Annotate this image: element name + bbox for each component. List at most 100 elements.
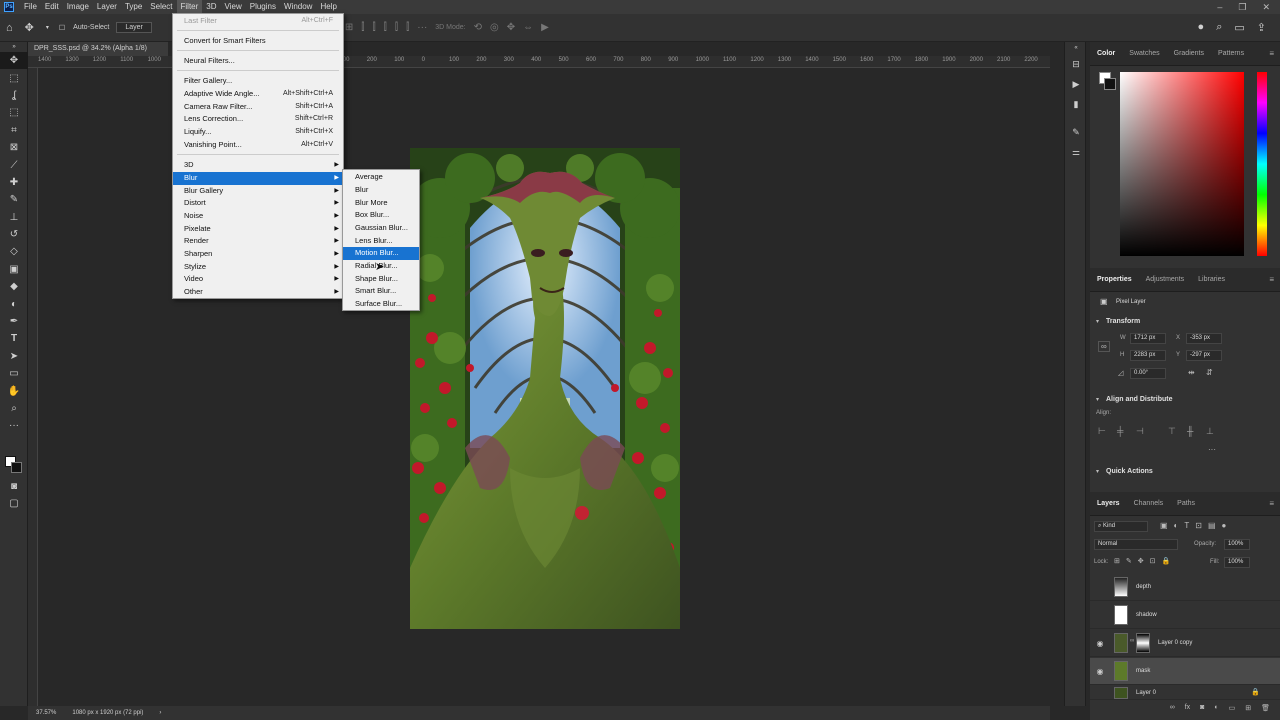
workspace-icon[interactable]: ▭ [1234,21,1244,34]
orbit-3d-icon[interactable]: ⟲ [474,22,482,33]
menu-file[interactable]: File [20,0,41,14]
pan-3d-icon[interactable]: ✥ [507,22,515,33]
menu-item-neural-filters[interactable]: Neural Filters... [173,55,343,68]
close-button[interactable]: ✕ [1262,2,1270,13]
layer-name[interactable]: Layer 0 [1136,690,1156,696]
x-field[interactable]: -353 px [1186,333,1222,344]
menu-item-convert-smart-filters[interactable]: Convert for Smart Filters [173,35,343,48]
new-layer-icon[interactable]: ⊞ [1245,704,1251,718]
layer-filter-icons[interactable]: ▣◐T⊡▤● [1160,521,1232,530]
hue-slider[interactable] [1257,72,1267,256]
path-selection-tool-icon[interactable]: ➤ [0,348,28,365]
pen-tool-icon[interactable]: ✒ [0,313,28,330]
chevron-right-icon[interactable]: › [159,710,161,716]
color-picker-field[interactable] [1120,72,1244,256]
screen-mode-icon[interactable]: ▢ [0,495,28,512]
transform-heading[interactable]: Transform [1106,318,1140,325]
menu-view[interactable]: View [221,0,246,14]
menu-item-3d[interactable]: 3D ▶ [173,159,343,172]
submenu-item-box-blur[interactable]: Box Blur... [343,209,419,222]
edit-toolbar-icon[interactable]: ··· [0,417,28,434]
chevron-down-icon[interactable]: ▾ [1096,318,1099,325]
layer-filter-dropdown[interactable]: ⌕ Kind [1094,521,1148,532]
menu-item-last-filter[interactable]: Last Filter Alt+Ctrl+F [173,15,343,28]
menu-item-liquify[interactable]: Liquify... Shift+Ctrl+X [173,126,343,139]
quick-actions-heading[interactable]: Quick Actions [1106,468,1153,475]
menu-3d[interactable]: 3D [202,0,220,14]
menu-select[interactable]: Select [146,0,176,14]
menu-help[interactable]: Help [316,0,340,14]
add-mask-icon[interactable]: ◙ [1200,704,1204,718]
marquee-tool-icon[interactable]: ⬚ [0,69,28,86]
submenu-item-blur-more[interactable]: Blur More [343,197,419,210]
layer-row[interactable]: shadow [1090,602,1280,629]
align-top-icon[interactable]: ⫿ [395,22,398,33]
adjustment-layer-icon[interactable]: ◐ [1214,704,1218,718]
align-right-edges-icon[interactable]: ⊣ [1136,426,1144,437]
menu-item-stylize[interactable]: Stylize ▶ [173,261,343,274]
y-field[interactable]: -297 px [1186,350,1222,361]
menu-item-other[interactable]: Other ▶ [173,286,343,299]
align-horizontal-centers-icon[interactable]: ╪ [1117,426,1123,436]
color-background-swatch[interactable] [1104,78,1116,90]
new-group-icon[interactable]: ▭ [1229,704,1236,718]
layer-row[interactable]: ◉ ∞ Layer 0 copy [1090,630,1280,657]
expand-panels-icon[interactable]: « [1065,42,1087,54]
fill-field[interactable]: 100% [1224,557,1250,568]
auto-select-target-dropdown[interactable]: Layer [116,22,152,33]
align-bottom-edges-icon[interactable]: ⊥ [1206,426,1214,437]
more-options-icon[interactable]: ··· [1208,445,1216,454]
background-color-swatch[interactable] [11,462,22,473]
menu-item-vanishing-point[interactable]: Vanishing Point... Alt+Ctrl+V [173,139,343,152]
submenu-item-gaussian-blur[interactable]: Gaussian Blur... [343,222,419,235]
align-distribute-heading[interactable]: Align and Distribute [1106,396,1173,403]
layer-name[interactable]: Layer 0 copy [1158,640,1192,646]
submenu-item-surface-blur[interactable]: Surface Blur... [343,298,419,311]
width-field[interactable]: 1712 px [1130,333,1166,344]
transform-controls-icon[interactable]: ⊞ [345,22,353,33]
flip-horizontal-icon[interactable]: ⇹ [1188,368,1195,377]
tab-adjustments[interactable]: Adjustments [1139,276,1192,283]
rectangle-tool-icon[interactable]: ▭ [0,365,28,382]
document-image[interactable] [410,148,680,629]
link-layers-icon[interactable]: ∞ [1170,704,1175,718]
menu-item-camera-raw-filter[interactable]: Camera Raw Filter... Shift+Ctrl+A [173,101,343,114]
menu-item-sharpen[interactable]: Sharpen ▶ [173,248,343,261]
adjustments-icon[interactable]: ⚌ [1065,142,1087,162]
tab-properties[interactable]: Properties [1090,276,1139,283]
angle-field[interactable]: 0.00° [1130,368,1166,379]
slide-3d-icon[interactable]: ⇔ [523,22,533,33]
menu-item-filter-gallery[interactable]: Filter Gallery... [173,75,343,88]
search-icon[interactable]: ⌕ [1216,21,1222,34]
menu-image[interactable]: Image [63,0,93,14]
menu-plugins[interactable]: Plugins [246,0,280,14]
user-icon[interactable]: ● [1198,21,1205,34]
layer-name[interactable]: shadow [1136,612,1157,618]
restore-button[interactable]: ❐ [1238,2,1246,13]
tab-color[interactable]: Color [1090,50,1122,57]
quick-mask-icon[interactable]: ◙ [0,478,28,495]
menu-item-blur-gallery[interactable]: Blur Gallery ▶ [173,185,343,198]
gradient-tool-icon[interactable]: ▣ [0,261,28,278]
share-icon[interactable]: ⇪ [1257,21,1266,34]
delete-layer-icon[interactable]: 🗑 [1261,704,1270,718]
eyedropper-tool-icon[interactable]: ⟋ [0,156,28,173]
panel-menu-icon[interactable]: ≡ [1269,49,1280,58]
menu-item-video[interactable]: Video ▶ [173,273,343,286]
zoom-tool-icon[interactable]: ⌕ [0,400,28,417]
menu-item-blur[interactable]: Blur ▶ [173,172,343,185]
move-tool-icon[interactable]: ✥ [0,52,28,70]
chevron-down-icon[interactable]: ▾ [1096,468,1099,475]
chevron-down-icon[interactable]: ▾ [46,24,49,31]
menu-item-pixelate[interactable]: Pixelate ▶ [173,223,343,236]
home-icon[interactable]: ⌂ [6,22,13,34]
minimize-button[interactable]: – [1217,2,1222,13]
height-field[interactable]: 2283 px [1130,350,1166,361]
submenu-item-motion-blur[interactable]: Motion Blur... [343,247,419,260]
more-options-icon[interactable]: ··· [417,22,427,33]
hand-tool-icon[interactable]: ✋ [0,382,28,399]
document-tab[interactable]: DPR_SSS.psd @ 34.2% (Alpha 1/8) [28,42,168,56]
zoom-level[interactable]: 37.57% [36,710,56,716]
layer-mask-thumbnail[interactable] [1136,633,1150,653]
opacity-field[interactable]: 100% [1224,539,1250,550]
